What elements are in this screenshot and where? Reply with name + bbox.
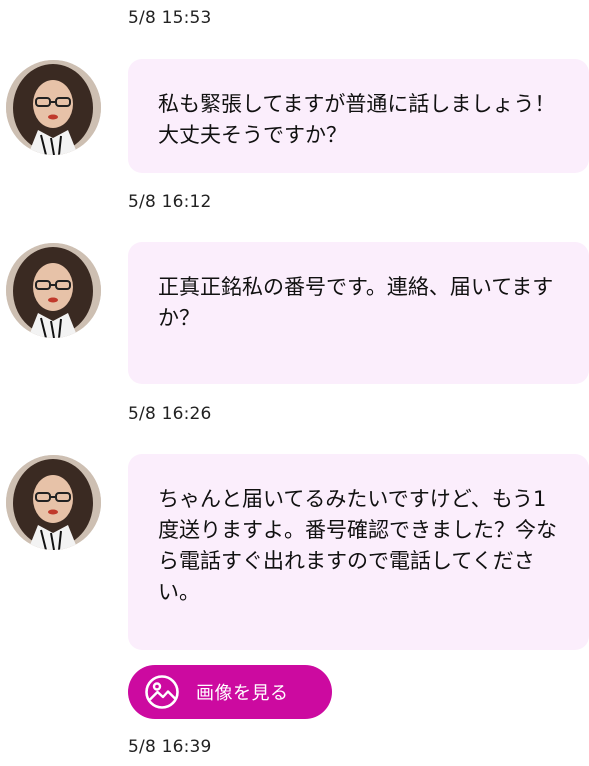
message-timestamp: 5/8 15:53 (128, 8, 212, 28)
avatar-photo (6, 60, 101, 155)
message-timestamp: 5/8 16:26 (128, 404, 212, 424)
sender-avatar[interactable] (6, 60, 101, 155)
message-timestamp: 5/8 16:39 (128, 737, 212, 757)
sender-avatar[interactable] (6, 455, 101, 550)
message-bubble: ちゃんと届いてるみたいですけど、もう1度送りますよ。番号確認できました？今なら電… (128, 454, 589, 650)
message-timestamp: 5/8 16:12 (128, 192, 212, 212)
message-bubble: 私も緊張してますが普通に話しましょう！大丈夫そうですか？ (128, 59, 589, 173)
view-image-label: 画像を見る (196, 683, 289, 704)
avatar-photo (6, 243, 101, 338)
chat-thread: 5/8 15:53 私も緊張してますが普通に話しましょう！大丈夫そうですか？ 5… (0, 0, 589, 766)
image-icon (145, 675, 179, 709)
sender-avatar[interactable] (6, 243, 101, 338)
avatar-photo (6, 455, 101, 550)
view-image-button[interactable]: 画像を見る (128, 665, 332, 719)
message-bubble: 正真正銘私の番号です。連絡、届いてますか？ (128, 242, 589, 384)
